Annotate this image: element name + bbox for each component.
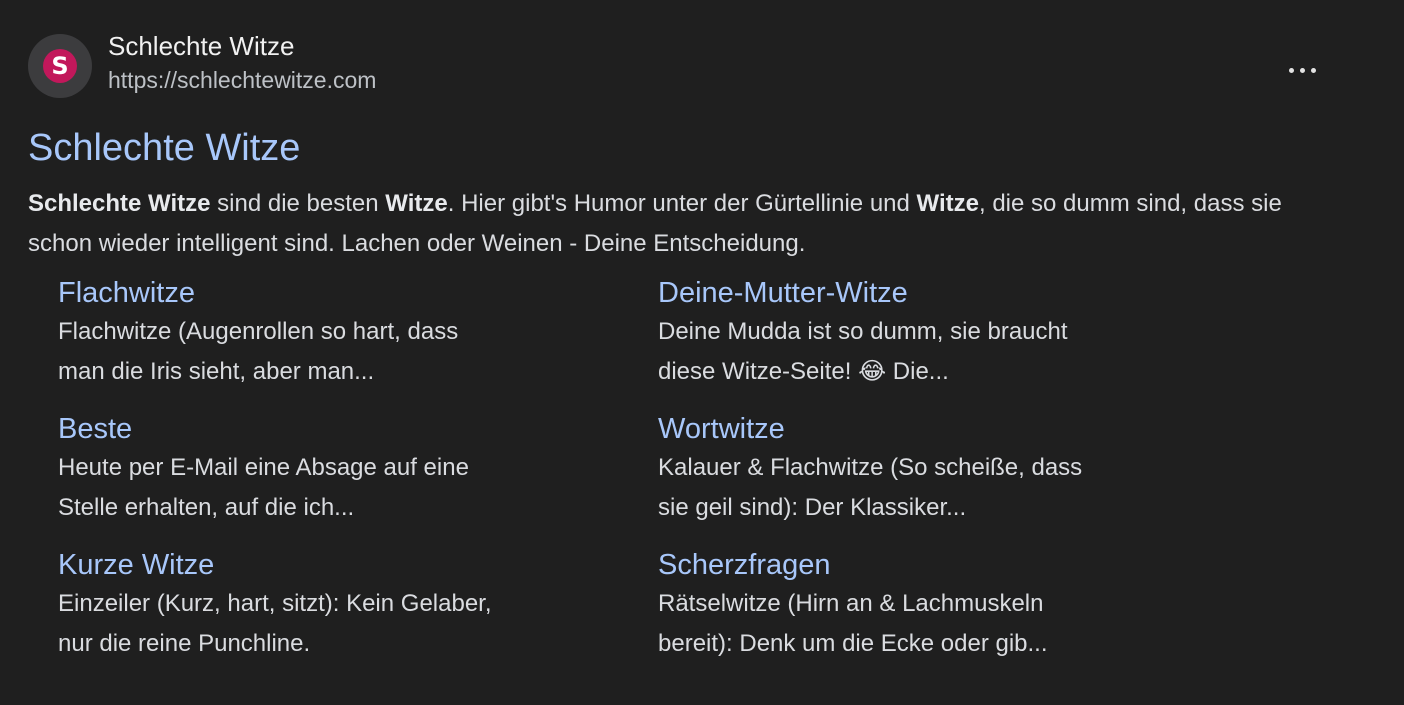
sitelink: Scherzfragen Rätselwitze (Hirn an & Lachm… — [658, 546, 1178, 664]
site-name[interactable]: Schlechte Witze — [108, 31, 376, 61]
sitelink: Flachwitze Flachwitze (Augenrollen so har… — [58, 274, 578, 392]
site-url[interactable]: https://schlechtewitze.com — [108, 65, 376, 95]
snippet-bold-term: Schlechte Witze — [28, 190, 211, 217]
sitelink: Deine-Mutter-Witze Deine Mudda ist so dum… — [658, 274, 1178, 392]
more-options-button[interactable] — [1280, 56, 1324, 84]
search-result: S Schlechte Witze https://schlechtewitze… — [0, 0, 1404, 705]
sitelink-description-line: nur die reine Punchline. — [58, 630, 311, 657]
site-info: Schlechte Witze https://schlechtewitze.c… — [108, 31, 376, 95]
sitelink-description-line: Einzeiler (Kurz, hart, sitzt): Kein Gela… — [58, 590, 492, 617]
sitelink-title[interactable]: Scherzfragen — [658, 546, 1178, 584]
sitelink-description-line: man die Iris sieht, aber man... — [58, 358, 375, 385]
favicon-container: S — [28, 34, 92, 98]
sitelink: Kurze Witze Einzeiler (Kurz, hart, sitzt)… — [58, 546, 578, 664]
sitelink-description: Rätselwitze (Hirn an & Lachmuskeln bereit… — [658, 584, 1178, 664]
sitelink-title[interactable]: Kurze Witze — [58, 546, 578, 584]
sitelink-description: Einzeiler (Kurz, hart, sitzt): Kein Gela… — [58, 584, 578, 664]
sitelink-title[interactable]: Wortwitze — [658, 410, 1178, 448]
sitelink-description-line: bereit): Denk um die Ecke oder gib... — [658, 630, 1048, 657]
snippet-bold-term: Witze — [385, 190, 448, 217]
sitelink-title[interactable]: Deine-Mutter-Witze — [658, 274, 1178, 312]
sitelink-description: Deine Mudda ist so dumm, sie braucht dies… — [658, 312, 1178, 392]
sitelink-description-line: Deine Mudda ist so dumm, sie braucht — [658, 318, 1068, 345]
sitelink-description-line: Heute per E-Mail eine Absage auf eine — [58, 454, 469, 481]
snippet-bold-term: Witze — [916, 190, 979, 217]
sitelink: Beste Heute per E-Mail eine Absage auf ei… — [58, 410, 578, 528]
sitelink-description-line: Kalauer & Flachwitze (So scheiße, dass — [658, 454, 1083, 481]
result-title-link[interactable]: Schlechte Witze — [28, 124, 300, 172]
more-horiz-icon — [1288, 67, 1294, 73]
snippet-text: . Hier gibt's Humor unter der Gürtellini… — [447, 190, 917, 217]
sitelink-description-line: Rätselwitze (Hirn an & Lachmuskeln — [658, 590, 1044, 617]
result-snippet: Schlechte Witze sind die besten Witze. H… — [28, 184, 1348, 264]
sitelink-description-line: sie geil sind): Der Klassiker... — [658, 494, 967, 521]
sitelink-title[interactable]: Flachwitze — [58, 274, 578, 312]
sitelink-description: Kalauer & Flachwitze (So scheiße, dass si… — [658, 448, 1178, 528]
sitelink-description: Flachwitze (Augenrollen so hart, dass man… — [58, 312, 578, 392]
sitelink-description-line: Stelle erhalten, auf die ich... — [58, 494, 355, 521]
sitelink-description: Heute per E-Mail eine Absage auf eine Ste… — [58, 448, 578, 528]
sitelink-description-line: Flachwitze (Augenrollen so hart, dass — [58, 318, 459, 345]
site-favicon-icon: S — [43, 49, 77, 83]
sitelink: Wortwitze Kalauer & Flachwitze (So scheiß… — [658, 410, 1178, 528]
more-horiz-icon — [1299, 67, 1305, 73]
sitelink-description-line: diese Witze-Seite! 😂 Die... — [658, 358, 949, 385]
sitelink-title[interactable]: Beste — [58, 410, 578, 448]
more-horiz-icon — [1310, 67, 1316, 73]
snippet-text: sind die besten — [210, 190, 386, 217]
site-header[interactable]: S Schlechte Witze https://schlechtewitze… — [28, 31, 376, 98]
